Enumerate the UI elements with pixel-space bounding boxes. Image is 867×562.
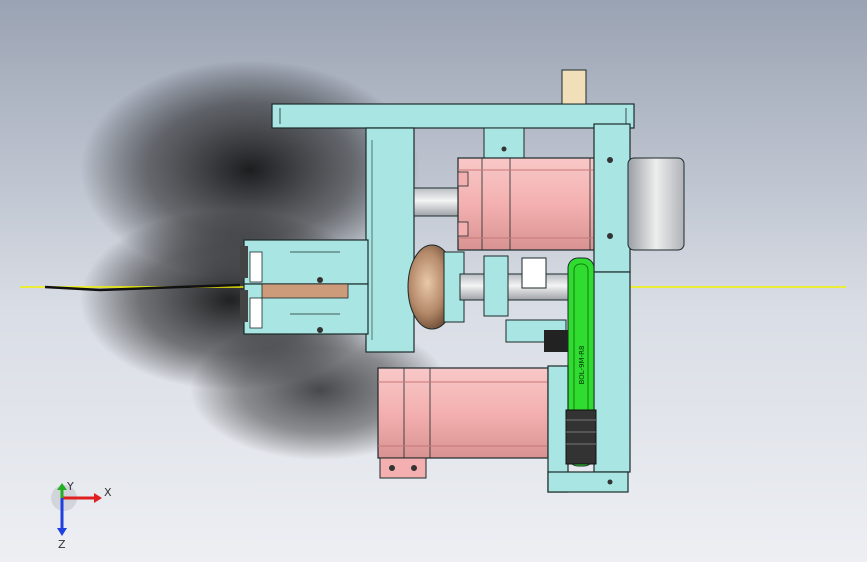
x-axis-label: X xyxy=(104,486,112,499)
sensor-block[interactable] xyxy=(561,69,587,105)
vertical-post[interactable] xyxy=(365,127,415,353)
motor-end-cap[interactable] xyxy=(627,157,685,251)
upper-motor-bracket[interactable] xyxy=(483,127,525,159)
lower-servo-motor[interactable] xyxy=(377,367,549,479)
upper-shaft[interactable] xyxy=(413,187,463,217)
cad-viewport[interactable]: BOL-9M-R8 X Z Y xyxy=(0,0,867,562)
z-axis-label: Z xyxy=(58,538,66,550)
top-crossbar[interactable] xyxy=(271,103,635,129)
assembly-drawing[interactable]: BOL-9M-R8 xyxy=(0,0,867,562)
gripper-head[interactable] xyxy=(240,239,369,335)
belt-label: BOL-9M-R8 xyxy=(578,346,586,385)
bronze-coupling[interactable] xyxy=(407,244,465,330)
lower-pulley[interactable] xyxy=(565,409,597,465)
right-side-plate[interactable] xyxy=(593,123,631,473)
spindle-shaft[interactable] xyxy=(459,255,581,352)
axis-triad: X Z Y xyxy=(51,480,112,550)
y-axis-label: Y xyxy=(66,480,74,493)
upper-servo-motor[interactable] xyxy=(457,157,597,251)
